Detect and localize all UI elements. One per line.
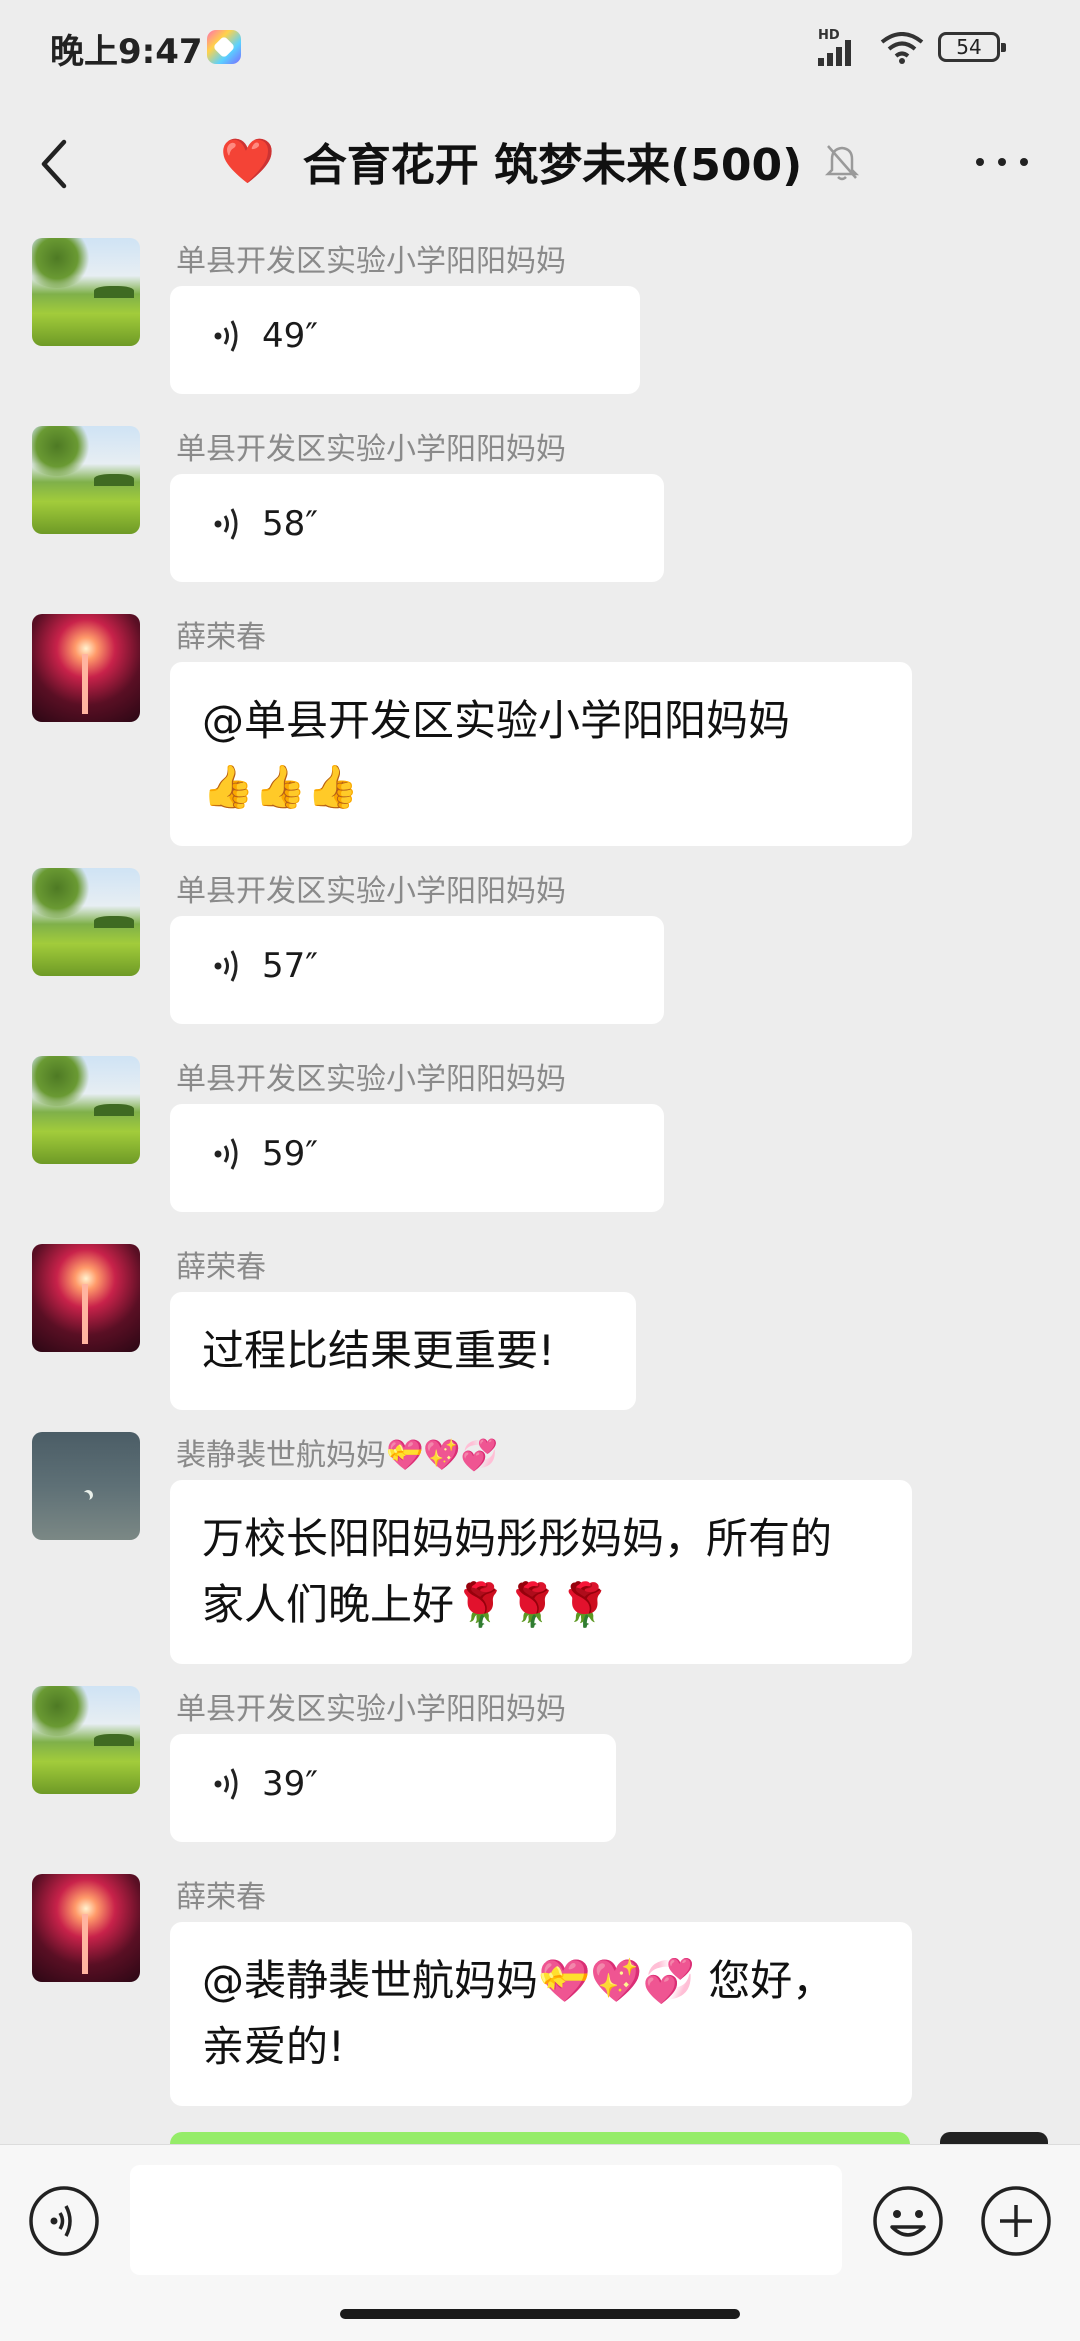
chat-header: ❤️ 合育花开 筑梦未来(500) [0,96,1080,226]
avatar[interactable] [32,614,140,722]
text-message-bubble[interactable]: 万校长阳阳妈妈彤彤妈妈，所有的 家人们晚上好🌹🌹🌹 [170,1480,912,1664]
message-line: @单县开发区实验小学阳阳妈妈 [202,696,791,745]
sender-name: 薛荣春 [176,620,266,655]
more-dot [998,158,1006,166]
text-message-bubble[interactable]: @裴静裴世航妈妈💝💖💞 您好， 亲爱的! [170,1922,912,2106]
sender-name: 单县开发区实验小学阳阳妈妈 [176,432,566,467]
avatar[interactable] [32,1056,140,1164]
more-dot [976,158,984,166]
sender-name: 单县开发区实验小学阳阳妈妈 [176,244,566,279]
back-button[interactable] [34,136,74,192]
battery-icon: 54 [938,32,1006,62]
status-time: 晚上9:47 [50,32,203,72]
voice-input-button[interactable] [28,2185,100,2257]
own-message-bubble-partial[interactable] [170,2132,910,2144]
avatar[interactable] [32,1686,140,1794]
input-toolbar [0,2144,1080,2341]
voice-wave-icon [214,950,238,982]
voice-duration: 59″ [262,1134,318,1174]
battery-level: 54 [956,35,982,59]
own-avatar-partial[interactable] [940,2132,1048,2144]
wifi-icon [880,32,924,64]
more-functions-button[interactable] [980,2185,1052,2257]
avatar[interactable] [32,426,140,534]
status-bar: 晚上9:47 HD 54 [0,0,1080,96]
group-name: 合育花开 筑梦未来(500) [302,140,803,191]
chat-title: ❤️ 合育花开 筑梦未来(500) [220,128,802,194]
message-line: 家人们晚上好🌹🌹🌹 [202,1580,611,1629]
message-input[interactable] [130,2165,842,2275]
message-line: 亲爱的! [202,2022,345,2071]
text-message-bubble[interactable]: 过程比结果更重要! [170,1292,636,1410]
voice-duration: 57″ [262,946,318,986]
more-options-button[interactable] [976,154,1032,170]
sender-name: 裴静裴世航妈妈💝💖💞 [176,1438,499,1473]
sender-name: 薛荣春 [176,1880,266,1915]
message-line: 万校长阳阳妈妈彤彤妈妈，所有的 [202,1514,833,1563]
avatar[interactable] [32,1432,140,1540]
avatar[interactable] [32,868,140,976]
sender-name: 薛荣春 [176,1250,266,1285]
sender-name: 单县开发区实验小学阳阳妈妈 [176,1062,566,1097]
voice-wave-icon [214,1768,238,1800]
message-list[interactable]: 单县开发区实验小学阳阳妈妈 49″ 单县开发区实验小学阳阳妈妈 58″ 薛荣春 … [0,226,1080,2144]
app-notification-icon [207,30,241,64]
avatar[interactable] [32,238,140,346]
voice-message-bubble[interactable]: 58″ [170,474,664,582]
voice-wave-icon [214,1138,238,1170]
voice-duration: 49″ [262,316,318,356]
text-message-bubble[interactable]: @单县开发区实验小学阳阳妈妈 👍👍👍 [170,662,912,846]
voice-message-bubble[interactable]: 39″ [170,1734,616,1842]
emoji-button[interactable] [872,2185,944,2257]
sender-name: 单县开发区实验小学阳阳妈妈 [176,874,566,909]
avatar[interactable] [32,1874,140,1982]
message-line: @裴静裴世航妈妈💝💖💞 您好， [202,1956,835,2005]
muted-bell-icon [824,145,860,181]
sender-name: 单县开发区实验小学阳阳妈妈 [176,1692,566,1727]
heart-icon: ❤️ [220,136,275,187]
cellular-signal-icon [818,40,851,66]
voice-wave-icon [214,320,238,352]
voice-message-bubble[interactable]: 57″ [170,916,664,1024]
voice-duration: 39″ [262,1764,318,1804]
message-line: 👍👍👍 [202,762,359,811]
voice-wave-icon [214,508,238,540]
voice-duration: 58″ [262,504,318,544]
message-line: 过程比结果更重要! [202,1326,555,1375]
voice-message-bubble[interactable]: 49″ [170,286,640,394]
more-dot [1020,158,1028,166]
voice-message-bubble[interactable]: 59″ [170,1104,664,1212]
avatar[interactable] [32,1244,140,1352]
home-indicator[interactable] [340,2309,740,2319]
